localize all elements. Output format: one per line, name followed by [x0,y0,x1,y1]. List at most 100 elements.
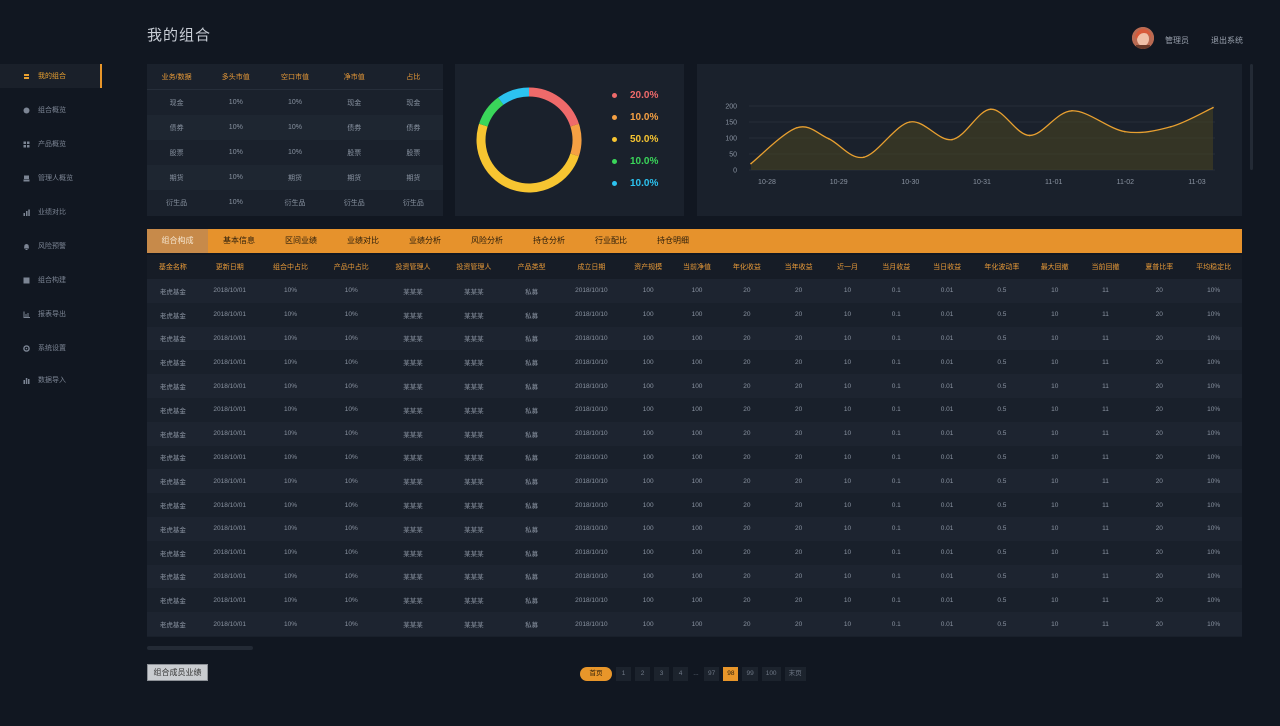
table-row[interactable]: 老虎基金 2018/10/01 10% 10% 某某某 某某某 私募 2018/10/10 10… [147,446,1242,470]
donut-slice-1[interactable] [570,123,582,157]
column-header[interactable]: 投资管理人 [444,262,504,272]
column-header[interactable]: 当年收益 [773,262,825,272]
sidebar-item-3[interactable]: 管理人概览 [0,166,102,190]
table-cell: 0.1 [891,453,901,461]
data-point[interactable] [1124,130,1126,133]
column-header[interactable]: 投资管理人 [382,262,444,272]
data-point[interactable] [1212,106,1214,109]
column-header[interactable]: 夏普比率 [1133,262,1185,272]
table-row[interactable]: 老虎基金 2018/10/01 10% 10% 某某某 某某某 私募 2018/10/10 10… [147,303,1242,327]
table-row[interactable]: 老虎基金 2018/10/01 10% 10% 某某某 某某某 私募 2018/10/10 10… [147,398,1242,422]
data-point[interactable] [908,121,911,123]
tab-6[interactable]: 持仓分析 [518,229,580,253]
column-header[interactable]: 近一月 [825,262,871,272]
first-page-button[interactable]: 首页 [580,667,612,681]
donut-slice-0[interactable] [528,87,579,127]
tab-0[interactable]: 组合构成 [147,229,208,253]
table-row[interactable]: 老虎基金 2018/10/01 10% 10% 某某某 某某某 私募 2018/10/10 10… [147,588,1242,612]
sidebar-item-4[interactable]: 业绩对比 [0,200,102,224]
table-cell: 100 [642,430,654,438]
sidebar-item-6[interactable]: 组合构建 [0,268,102,292]
table-row[interactable]: 老虎基金 2018/10/01 10% 10% 某某某 某某某 私募 2018/10/10 10… [147,374,1242,398]
tab-1[interactable]: 基本信息 [208,229,270,253]
sidebar-item-9[interactable]: 数据导入 [0,368,102,392]
table-row[interactable]: 老虎基金 2018/10/01 10% 10% 某某某 某某某 私募 2018/10/10 10… [147,493,1242,517]
column-header[interactable]: 更新日期 [199,262,261,272]
table-row[interactable]: 老虎基金 2018/10/01 10% 10% 某某某 某某某 私募 2018/10/10 10… [147,469,1242,494]
table-row[interactable]: 老虎基金 2018/10/01 10% 10% 某某某 某某某 私募 2018/10/10 10… [147,612,1242,636]
horizontal-scrollbar[interactable] [147,646,253,650]
column-header[interactable]: 年化波动率 [972,262,1032,272]
data-point[interactable] [827,137,830,140]
avatar[interactable] [1132,27,1154,49]
page-button[interactable]: 100 [761,667,781,681]
data-point[interactable] [1071,110,1073,112]
column-header[interactable]: 产品中占比 [320,262,382,272]
table-row[interactable]: 老虎基金 2018/10/01 10% 10% 某某某 某某某 私募 2018/10/10 10… [147,516,1242,541]
table-row[interactable]: 老虎基金 2018/10/01 10% 10% 某某某 某某某 私募 2018/10/10 10… [147,279,1242,303]
column-header[interactable]: 平均稳定比 [1185,262,1242,272]
table-row[interactable]: 老虎基金 2018/10/01 10% 10% 某某某 某某某 私募 2018/10/10 10… [147,541,1242,565]
last-page-button[interactable]: 末页 [784,667,806,681]
table-row[interactable]: 老虎基金 2018/10/01 10% 10% 某某某 某某某 私募 2018/10/10 10… [147,350,1242,374]
table-cell: 100 [691,572,703,580]
portfolio-member-performance-button[interactable]: 组合成员业绩 [147,664,208,681]
table-cell: 10 [843,311,852,319]
column-header[interactable]: 当前净值 [673,262,721,272]
page-button[interactable]: 3 [654,667,669,681]
summary-cell: 衍生品 [284,199,306,207]
table-cell: 某某某 [464,360,484,368]
table-cell: 0.1 [891,596,901,604]
page-button[interactable]: 2 [635,667,650,681]
column-header[interactable]: 当月收益 [870,262,922,272]
table-row[interactable]: 老虎基金 2018/10/01 10% 10% 某某某 某某某 私募 2018/10/10 10… [147,421,1242,446]
series-area [751,107,1213,170]
column-header[interactable]: 最大回撤 [1032,262,1078,272]
page-button[interactable]: 97 [704,667,720,681]
page-button[interactable]: 98 [723,667,739,681]
tab-3[interactable]: 业绩对比 [332,229,394,253]
sidebar-item-1[interactable]: 组合概览 [0,98,102,122]
column-header[interactable]: 成立日期 [560,262,624,272]
data-point[interactable] [951,138,953,141]
table-row[interactable]: 老虎基金 2018/10/01 10% 10% 某某某 某某某 私募 2018/10/10 10… [147,326,1242,351]
tab-8[interactable]: 持仓明细 [642,229,704,253]
tab-7[interactable]: 行业配比 [580,229,642,253]
tab-4[interactable]: 业绩分析 [394,229,456,253]
tab-2[interactable]: 区间业绩 [270,229,332,253]
donut-slice-4[interactable] [498,87,530,105]
column-header[interactable]: 产品类型 [504,262,560,272]
table-cell: 10 [1051,477,1059,485]
table-row[interactable]: 老虎基金 2018/10/01 10% 10% 某某某 某某某 私募 2018/10/10 10… [147,564,1242,589]
donut-slice-2[interactable] [476,123,579,193]
sidebar-item-8[interactable]: 系统设置 [0,336,102,360]
column-header[interactable]: 年化收益 [721,262,773,272]
donut-slice-3[interactable] [479,97,504,127]
data-point[interactable] [796,126,798,129]
column-header[interactable]: 当日收益 [922,262,972,272]
sidebar-item-5[interactable]: 风险预警 [0,234,102,258]
table-cell: 10% [283,358,297,366]
sidebar-item-0[interactable]: 我的组合 [0,64,102,88]
table-cell: 私募 [525,503,539,511]
data-point[interactable] [750,162,752,165]
data-point[interactable] [863,156,865,158]
data-point[interactable] [1028,134,1031,137]
tab-5[interactable]: 风险分析 [456,229,518,253]
column-header[interactable]: 当前回撤 [1078,262,1134,272]
vertical-scrollbar[interactable] [1250,64,1253,170]
logout-link[interactable]: 退出系统 [1211,35,1243,46]
data-point[interactable] [1169,126,1172,128]
data-point[interactable] [990,108,992,110]
column-header[interactable]: 基金名称 [147,262,199,272]
sidebar-item-7[interactable]: 报表导出 [0,302,102,326]
page-button[interactable]: 4 [673,667,688,681]
page-button[interactable]: 99 [742,667,758,681]
table-cell: 20 [743,287,751,295]
table-cell: 11 [1102,572,1109,580]
column-header[interactable]: 资产规模 [623,262,673,272]
column-header[interactable]: 组合中占比 [261,262,321,272]
table-cell: 某某某 [464,550,484,558]
sidebar-item-2[interactable]: 产品概览 [0,132,102,156]
page-button[interactable]: 1 [616,667,631,681]
